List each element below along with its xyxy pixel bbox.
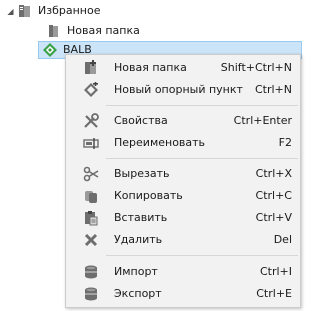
- import-icon: [83, 264, 99, 280]
- menu-item-import[interactable]: Импорт Ctrl+I: [66, 261, 300, 283]
- paste-icon: [83, 210, 99, 226]
- menu-item-shortcut: Ctrl+E: [256, 287, 292, 300]
- copy-icon: [83, 188, 99, 204]
- menu-item-shortcut: Ctrl+I: [259, 265, 292, 278]
- menu-item-shortcut: F2: [278, 136, 292, 149]
- menu-item-properties[interactable]: Свойства Ctrl+Enter: [66, 110, 300, 132]
- menu-separator: [106, 255, 298, 256]
- context-menu: Новая папка Shift+Ctrl+N Новый опорный п…: [65, 54, 301, 308]
- menu-item-rename[interactable]: Переименовать F2: [66, 132, 300, 154]
- menu-separator: [106, 105, 298, 106]
- menu-item-shortcut: Del: [273, 233, 292, 246]
- folder-icon: [46, 23, 62, 39]
- tree-node-label: Избранное: [38, 4, 101, 17]
- menu-item-shortcut: Ctrl+C: [255, 189, 292, 202]
- menu-item-label: Вставить: [114, 211, 168, 224]
- menu-item-new-waypoint[interactable]: Новый опорный пункт Ctrl+N: [66, 79, 300, 101]
- menu-item-label: Вырезать: [114, 167, 170, 180]
- menu-item-copy[interactable]: Копировать Ctrl+C: [66, 185, 300, 207]
- menu-item-label: Экспорт: [114, 287, 162, 300]
- menu-separator: [106, 158, 298, 159]
- menu-item-label: Переименовать: [114, 136, 206, 149]
- menu-item-label: Новая папка: [114, 61, 187, 74]
- new-folder-icon: [83, 60, 99, 76]
- favorites-folder-icon: [17, 3, 33, 19]
- menu-item-shortcut: Ctrl+X: [255, 167, 292, 180]
- menu-item-shortcut: Ctrl+N: [254, 83, 292, 96]
- menu-item-shortcut: Ctrl+Enter: [233, 114, 292, 127]
- menu-item-label: Импорт: [114, 265, 158, 278]
- properties-icon: [83, 113, 99, 129]
- menu-item-label: Удалить: [114, 233, 163, 246]
- menu-item-cut[interactable]: Вырезать Ctrl+X: [66, 163, 300, 185]
- menu-item-new-folder[interactable]: Новая папка Shift+Ctrl+N: [66, 57, 300, 79]
- menu-item-delete[interactable]: Удалить Del: [66, 229, 300, 251]
- menu-item-label: Новый опорный пункт: [114, 83, 243, 96]
- tree-node-new-folder[interactable]: Новая папка: [44, 22, 140, 40]
- menu-item-export[interactable]: Экспорт Ctrl+E: [66, 283, 300, 305]
- tree-node-label: Новая папка: [67, 24, 140, 37]
- delete-icon: [83, 232, 99, 248]
- menu-item-shortcut: Shift+Ctrl+N: [220, 61, 292, 74]
- tree-node-favorites[interactable]: ◢ Избранное: [6, 2, 100, 20]
- rename-icon: [83, 135, 99, 151]
- cut-icon: [83, 166, 99, 182]
- new-waypoint-icon: [83, 82, 99, 98]
- menu-item-label: Свойства: [114, 114, 168, 127]
- waypoint-icon: [42, 42, 58, 58]
- expand-arrow-icon[interactable]: ◢: [6, 2, 15, 20]
- menu-item-paste[interactable]: Вставить Ctrl+V: [66, 207, 300, 229]
- export-icon: [83, 286, 99, 302]
- menu-item-shortcut: Ctrl+V: [255, 211, 292, 224]
- menu-item-label: Копировать: [114, 189, 183, 202]
